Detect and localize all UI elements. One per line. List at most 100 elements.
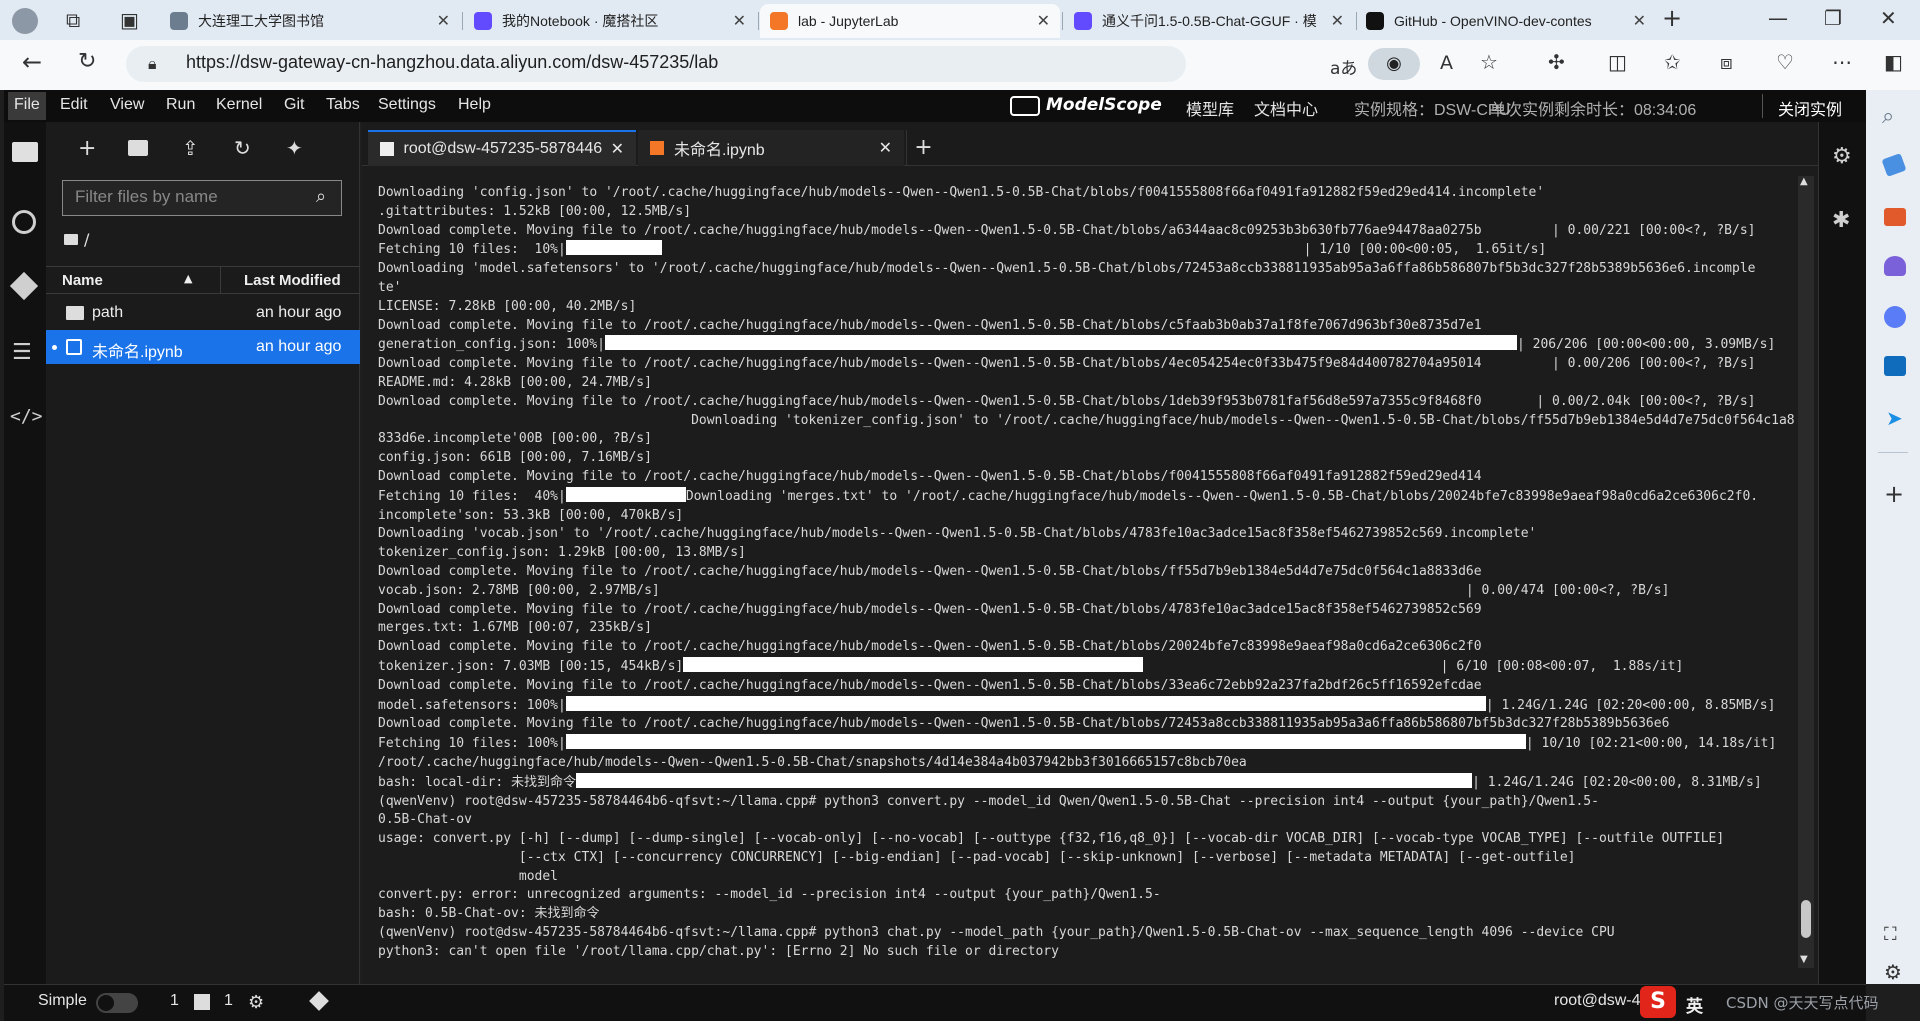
- browser-tab[interactable]: GitHub - OpenVINO-dev-contes ✕: [1356, 4, 1656, 38]
- ime-badge[interactable]: S: [1640, 986, 1676, 1018]
- terminal-text: Download complete. Moving file to /root/…: [378, 639, 1482, 655]
- menu-edit[interactable]: Edit: [60, 96, 88, 114]
- browser-tab[interactable]: 我的Notebook · 魔搭社区 ✕: [464, 4, 756, 38]
- folder-icon[interactable]: [12, 142, 38, 162]
- terminal-text: te': [378, 279, 402, 295]
- column-name[interactable]: Name: [62, 272, 103, 289]
- new-launcher-icon[interactable]: +: [78, 136, 96, 161]
- split-screen-icon[interactable]: ◫: [1608, 52, 1627, 72]
- filter-files-input[interactable]: Filter files by name: [62, 180, 342, 216]
- send-icon[interactable]: ➤: [1886, 406, 1903, 430]
- browser-tab[interactable]: lab - JupyterLab ✕: [760, 4, 1060, 38]
- sort-ascending-icon[interactable]: ▲: [184, 272, 192, 285]
- extensions-icon[interactable]: ✣: [1548, 52, 1565, 72]
- kernel-count[interactable]: 1: [170, 992, 179, 1010]
- terminal-text: Downloading 'vocab.json' to '/root/.cach…: [378, 526, 1537, 542]
- people-icon[interactable]: [1884, 256, 1906, 276]
- outlook-icon[interactable]: [1884, 356, 1906, 376]
- text-aloud-icon[interactable]: A: [1440, 52, 1453, 74]
- collections-icon[interactable]: ⧈: [1720, 52, 1733, 72]
- file-browser-panel: [46, 122, 360, 984]
- tab-actions-icon[interactable]: ▣: [120, 10, 139, 30]
- close-instance-button[interactable]: 关闭实例: [1778, 96, 1842, 120]
- list-icon[interactable]: ☰: [12, 340, 32, 365]
- column-last-modified[interactable]: Last Modified: [244, 272, 341, 289]
- close-tab-icon[interactable]: ✕: [1037, 11, 1050, 31]
- code-icon[interactable]: </>: [10, 406, 43, 427]
- settings-icon[interactable]: ⚙: [1884, 960, 1902, 984]
- favorite-star-icon[interactable]: ☆: [1480, 52, 1498, 72]
- stop-circle-icon[interactable]: [12, 210, 36, 234]
- new-folder-icon[interactable]: [128, 140, 148, 156]
- scroll-down-icon[interactable]: ▼: [1800, 954, 1808, 965]
- close-tab-icon[interactable]: ✕: [1331, 11, 1344, 31]
- favicon-icon: [770, 12, 788, 30]
- screenshot-icon[interactable]: ⛶: [1884, 924, 1897, 945]
- menu-tabs[interactable]: Tabs: [326, 96, 360, 114]
- file-name[interactable]: 未命名.ipynb: [92, 338, 183, 362]
- bug-icon[interactable]: ✱: [1832, 208, 1850, 233]
- breadcrumb-folder-icon[interactable]: [64, 234, 78, 245]
- favorites-icon[interactable]: ✩: [1664, 52, 1681, 72]
- file-name[interactable]: path: [92, 304, 123, 322]
- tab-terminal[interactable]: root@dsw-457235-5878446 ✕: [368, 130, 636, 166]
- tab-notebook[interactable]: 未命名.ipynb ✕: [638, 130, 904, 166]
- copilot-icon[interactable]: [1884, 306, 1906, 328]
- tracking-prevention-icon[interactable]: ◉: [1368, 48, 1420, 80]
- terminal-text: .gitattributes: 1.52kB [00:00, 12.5MB/s]: [378, 203, 692, 219]
- minimize-icon[interactable]: —: [1768, 8, 1788, 28]
- terminal-text: bash: local-dir: 未找到命令: [378, 774, 577, 790]
- tools-icon[interactable]: [1884, 208, 1906, 226]
- ime-language[interactable]: 英: [1686, 992, 1703, 1017]
- close-tab-icon[interactable]: ✕: [733, 11, 746, 31]
- new-tab-plus-icon[interactable]: +: [906, 130, 940, 166]
- close-icon[interactable]: ✕: [879, 138, 892, 158]
- upload-icon[interactable]: ⇪: [182, 136, 199, 160]
- menu-kernel[interactable]: Kernel: [216, 96, 262, 114]
- url-text[interactable]: https://dsw-gateway-cn-hangzhou.data.ali…: [186, 52, 718, 73]
- terminal-count[interactable]: 1: [224, 992, 233, 1010]
- back-icon[interactable]: ←: [22, 50, 42, 74]
- add-icon[interactable]: +: [1884, 480, 1904, 508]
- terminal-scrollbar[interactable]: [1798, 176, 1814, 968]
- menu-view[interactable]: View: [110, 96, 144, 114]
- link-model-library[interactable]: 模型库: [1186, 96, 1234, 120]
- menu-file[interactable]: File: [14, 96, 40, 114]
- workspaces-icon[interactable]: ⧉: [66, 10, 80, 30]
- refresh-icon[interactable]: ↻: [78, 51, 96, 73]
- menu-git[interactable]: Git: [284, 96, 304, 114]
- sidebar-toggle-icon[interactable]: ◧: [1884, 52, 1903, 72]
- terminal-line: (qwenVenv) root@dsw-457235-58784464b6-qf…: [378, 793, 1798, 812]
- close-window-icon[interactable]: ✕: [1880, 8, 1897, 28]
- search-icon[interactable]: ⌕: [1882, 104, 1894, 129]
- breadcrumb[interactable]: /: [84, 230, 89, 249]
- menu-run[interactable]: Run: [166, 96, 195, 114]
- scrollbar-thumb[interactable]: [1801, 900, 1811, 938]
- search-icon: ⌕: [316, 186, 327, 207]
- close-icon[interactable]: ✕: [611, 139, 624, 159]
- read-aloud-mode-icon[interactable]: aあ: [1330, 54, 1357, 79]
- cpu-icon[interactable]: ⚙: [248, 992, 264, 1013]
- gear-icon[interactable]: ⚙: [1832, 144, 1852, 169]
- restore-icon[interactable]: ❐: [1824, 8, 1842, 28]
- terminal-icon[interactable]: [194, 994, 210, 1010]
- link-docs-center[interactable]: 文档中心: [1254, 96, 1318, 120]
- git-clone-icon[interactable]: ✦: [286, 136, 303, 160]
- more-menu-icon[interactable]: ⋯: [1832, 52, 1852, 72]
- close-tab-icon[interactable]: ✕: [1633, 11, 1646, 31]
- refresh-files-icon[interactable]: ↻: [234, 136, 251, 160]
- simple-mode-toggle[interactable]: [96, 993, 138, 1013]
- menu-settings[interactable]: Settings: [378, 96, 436, 114]
- browser-tab[interactable]: 大连理工大学图书馆 ✕: [160, 4, 460, 38]
- browser-essentials-icon[interactable]: ♡: [1776, 52, 1794, 72]
- scroll-up-icon[interactable]: ▲: [1800, 176, 1808, 187]
- terminal-line: model.safetensors: 100%| | 1.24G/1.24G [0…: [378, 695, 1798, 716]
- menu-help[interactable]: Help: [458, 96, 491, 114]
- browser-tab[interactable]: 通义千问1.5-0.5B-Chat-GGUF · 模 ✕: [1064, 4, 1354, 38]
- terminal-text: usage: convert.py [-h] [--dump] [--dump-…: [378, 831, 1725, 847]
- close-tab-icon[interactable]: ✕: [437, 11, 450, 31]
- terminal-line: Download complete. Moving file to /root/…: [378, 317, 1798, 336]
- progress-bar: [604, 335, 1517, 351]
- new-tab-icon[interactable]: +: [1662, 6, 1682, 30]
- profile-avatar[interactable]: [12, 8, 38, 34]
